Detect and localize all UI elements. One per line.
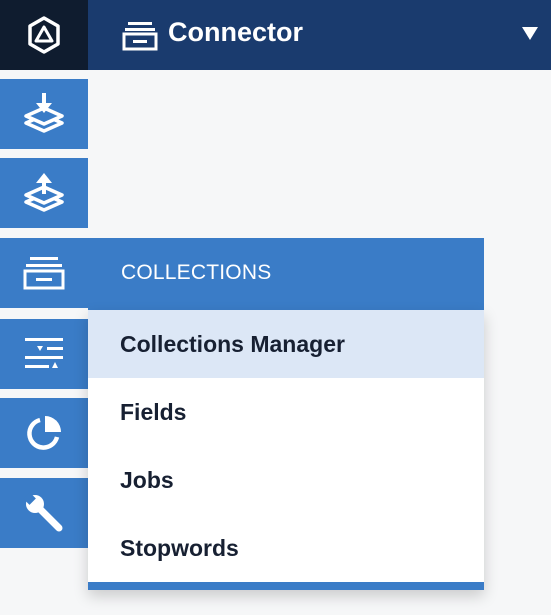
wrench-icon — [23, 492, 63, 532]
menu-item-jobs[interactable]: Jobs — [88, 446, 484, 514]
top-bar: Connector — [88, 0, 551, 70]
nav-item-rules[interactable] — [0, 319, 88, 389]
collections-stack-icon — [122, 22, 158, 51]
menu-item-stopwords[interactable]: Stopwords — [88, 514, 484, 582]
nav-item-collections[interactable] — [0, 238, 88, 308]
pie-chart-icon — [27, 416, 61, 450]
collections-flyout-menu: Collections Manager Fields Jobs Stopword… — [88, 310, 484, 590]
sliders-icon — [25, 338, 63, 368]
menu-item-fields[interactable]: Fields — [88, 378, 484, 446]
layers-upload-icon — [24, 173, 64, 212]
flyout-header-label: COLLECTIONS — [121, 261, 272, 284]
caret-down-icon[interactable] — [522, 27, 538, 41]
app-logo[interactable] — [0, 0, 88, 70]
workspace-title[interactable]: Connector — [168, 17, 303, 48]
flyout-header: COLLECTIONS — [88, 238, 484, 310]
collections-stack-icon — [23, 257, 65, 290]
nav-item-system[interactable] — [0, 478, 88, 548]
menu-item-collections-manager[interactable]: Collections Manager — [88, 310, 484, 378]
layers-download-icon — [24, 93, 64, 133]
nav-item-import[interactable] — [0, 79, 88, 149]
nav-item-export[interactable] — [0, 158, 88, 228]
hexagon-triangle-logo-icon — [28, 16, 60, 54]
nav-item-analytics[interactable] — [0, 398, 88, 468]
